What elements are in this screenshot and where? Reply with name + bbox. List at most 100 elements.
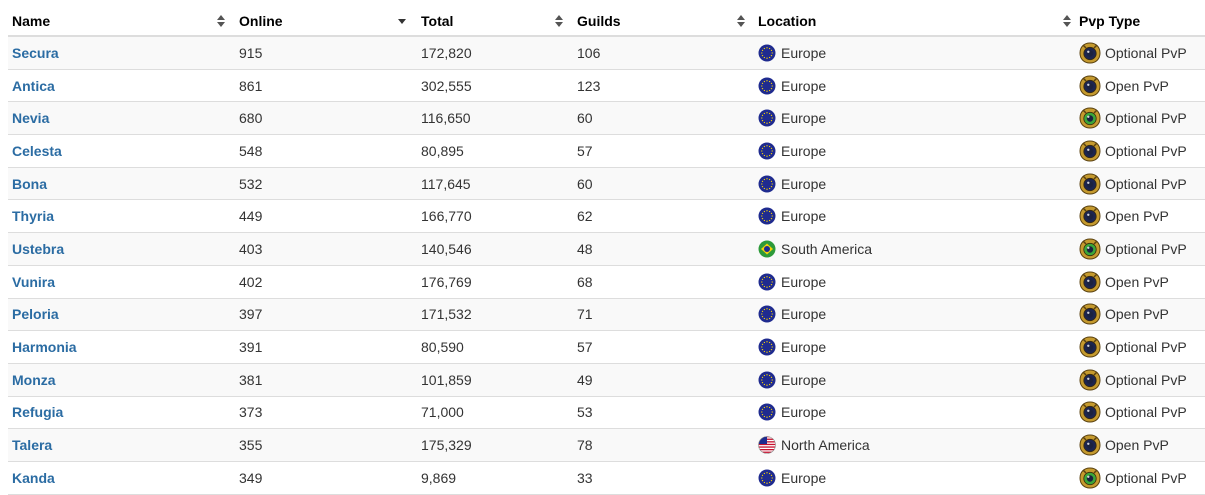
table-row: Secura 915 172,820 106 Europe Optional P… [8, 37, 1205, 70]
eu-flag-icon [758, 469, 776, 487]
sort-both-icon[interactable] [555, 14, 563, 27]
total-count: 140,546 [421, 240, 472, 257]
world-name-link[interactable]: Harmonia [12, 339, 77, 355]
world-name-link[interactable]: Kanda [12, 470, 55, 486]
pvp-type-text: Optional PvP [1105, 44, 1187, 61]
online-count: 548 [239, 142, 263, 159]
world-name-link[interactable]: Vunira [12, 274, 55, 290]
location-text: Europe [781, 142, 827, 159]
pvp-type-text: Optional PvP [1105, 142, 1187, 159]
open-pvp-icon [1079, 434, 1101, 456]
table-row: Talera 355 175,329 78 North America Open… [8, 429, 1205, 462]
guilds-count: 33 [577, 469, 593, 486]
location-text: Europe [781, 110, 827, 127]
eu-flag-icon [758, 142, 776, 160]
optional-pvp-icon [1079, 42, 1101, 64]
online-count: 397 [239, 306, 263, 323]
eu-flag-icon [758, 403, 776, 421]
sort-down-icon[interactable] [398, 15, 406, 27]
eu-flag-icon [758, 338, 776, 356]
online-count: 381 [239, 371, 263, 388]
location-text: Europe [781, 306, 827, 323]
world-name-link[interactable]: Antica [12, 78, 55, 94]
table-row: Harmonia 391 80,590 57 Europe Optional P… [8, 331, 1205, 364]
world-name-link[interactable]: Peloria [12, 306, 59, 322]
total-count: 302,555 [421, 77, 472, 94]
location-text: Europe [781, 77, 827, 94]
guilds-count: 53 [577, 404, 593, 421]
table-row: Ustebra 403 140,546 48 South America Opt… [8, 233, 1205, 266]
eu-flag-icon [758, 273, 776, 291]
guilds-count: 49 [577, 371, 593, 388]
world-name-link[interactable]: Secura [12, 45, 59, 61]
eu-flag-icon [758, 109, 776, 127]
table-row: Kanda 349 9,869 33 Europe Optional PvP [8, 461, 1205, 495]
location-text: Europe [781, 339, 827, 356]
sort-both-icon[interactable] [217, 14, 225, 27]
world-name-link[interactable]: Bona [12, 176, 47, 192]
table-row: Bona 532 117,645 60 Europe Optional PvP [8, 167, 1205, 201]
location-text: Europe [781, 371, 827, 388]
column-header-pvp-type[interactable]: Pvp Type [1079, 6, 1205, 35]
world-name-link[interactable]: Thyria [12, 208, 54, 224]
online-count: 915 [239, 44, 263, 61]
eu-flag-icon [758, 175, 776, 193]
br-flag-icon [758, 240, 776, 258]
world-name-link[interactable]: Nevia [12, 110, 49, 126]
table-row: Thyria 449 166,770 62 Europe Open PvP [8, 200, 1205, 234]
guilds-count: 60 [577, 175, 593, 192]
column-header-location[interactable]: Location [758, 6, 1068, 35]
total-count: 80,590 [421, 339, 464, 356]
guilds-count: 48 [577, 240, 593, 257]
table-row: Peloria 397 171,532 71 Europe Open PvP [8, 298, 1205, 332]
online-count: 403 [239, 240, 263, 257]
us-flag-icon [758, 436, 776, 454]
world-name-link[interactable]: Ustebra [12, 241, 64, 257]
optional-pvp-green-icon [1079, 238, 1101, 260]
column-header-total[interactable]: Total [421, 6, 571, 35]
online-count: 680 [239, 110, 263, 127]
world-name-link[interactable]: Talera [12, 437, 52, 453]
sort-both-icon[interactable] [737, 14, 745, 27]
location-text: North America [781, 437, 870, 454]
table-body: Secura 915 172,820 106 Europe Optional P… [8, 37, 1205, 495]
column-header-name[interactable]: Name [12, 6, 232, 35]
location-text: Europe [781, 273, 827, 290]
total-count: 176,769 [421, 273, 472, 290]
total-count: 116,650 [421, 110, 471, 127]
pvp-type-text: Open PvP [1105, 306, 1169, 323]
column-header-online[interactable]: Online [239, 6, 414, 35]
column-header-guilds[interactable]: Guilds [577, 6, 752, 35]
optional-pvp-icon [1079, 336, 1101, 358]
guilds-count: 57 [577, 339, 593, 356]
world-name-link[interactable]: Monza [12, 372, 56, 388]
eu-flag-icon [758, 77, 776, 95]
optional-pvp-icon [1079, 140, 1101, 162]
total-count: 117,645 [421, 175, 471, 192]
guilds-count: 78 [577, 437, 593, 454]
pvp-type-text: Optional PvP [1105, 175, 1187, 192]
table-row: Refugia 373 71,000 53 Europe Optional Pv… [8, 396, 1205, 430]
open-pvp-icon [1079, 75, 1101, 97]
world-name-link[interactable]: Refugia [12, 404, 63, 420]
pvp-type-text: Optional PvP [1105, 110, 1187, 127]
optional-pvp-green-icon [1079, 467, 1101, 489]
eu-flag-icon [758, 305, 776, 323]
pvp-type-text: Open PvP [1105, 273, 1169, 290]
pvp-type-text: Open PvP [1105, 208, 1169, 225]
guilds-count: 60 [577, 110, 593, 127]
online-count: 532 [239, 175, 263, 192]
online-count: 373 [239, 404, 263, 421]
sort-both-icon[interactable] [1063, 14, 1071, 27]
world-name-link[interactable]: Celesta [12, 143, 62, 159]
guilds-count: 62 [577, 208, 593, 225]
total-count: 71,000 [421, 404, 464, 421]
online-count: 349 [239, 469, 263, 486]
total-count: 166,770 [421, 208, 472, 225]
table-row: Celesta 548 80,895 57 Europe Optional Pv… [8, 135, 1205, 168]
location-text: Europe [781, 404, 827, 421]
guilds-count: 57 [577, 142, 593, 159]
optional-pvp-icon [1079, 401, 1101, 423]
optional-pvp-green-icon [1079, 107, 1101, 129]
pvp-type-text: Open PvP [1105, 437, 1169, 454]
